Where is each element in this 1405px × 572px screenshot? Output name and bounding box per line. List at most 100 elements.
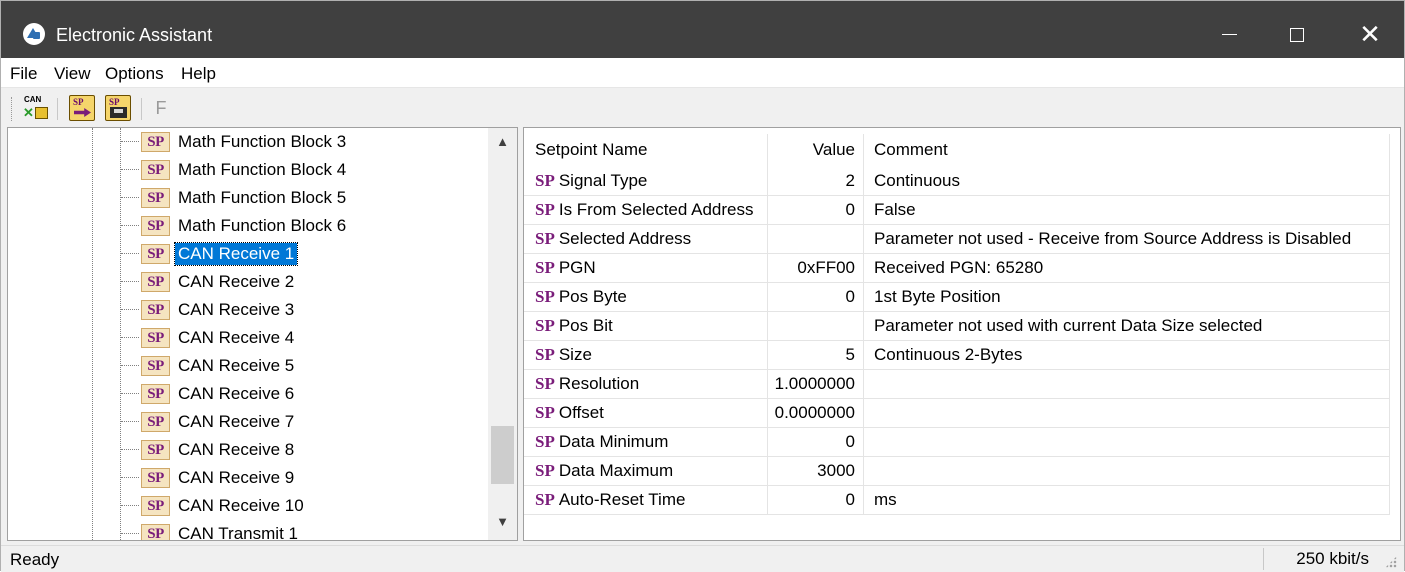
setpoint-value-cell[interactable] — [768, 225, 864, 254]
minimize-icon — [1221, 34, 1237, 36]
setpoint-name-cell[interactable]: SP Auto-Reset Time — [524, 486, 768, 515]
tree-item-label: CAN Receive 2 — [178, 272, 295, 291]
tree-item[interactable]: SP CAN Receive 9 — [120, 464, 490, 492]
setpoint-name-cell[interactable]: SP Size — [524, 341, 768, 370]
open-setpoint-file-button[interactable]: SP — [69, 95, 95, 121]
setpoint-name-cell[interactable]: SP Pos Byte — [524, 283, 768, 312]
column-header-comment[interactable]: Comment — [864, 134, 1390, 167]
close-button[interactable]: ✕ — [1339, 11, 1401, 57]
table-row[interactable]: SP Selected Address Parameter not used - R… — [524, 225, 1400, 254]
setpoint-comment-cell — [864, 457, 1390, 486]
tree-item[interactable]: SP CAN Receive 6 — [120, 380, 490, 408]
tree-scrollbar[interactable]: ▲ ▼ — [488, 128, 517, 540]
setpoint-name: Size — [558, 345, 592, 364]
setpoint-name-cell[interactable]: SP Is From Selected Address — [524, 196, 768, 225]
tree-item[interactable]: SP CAN Transmit 1 — [120, 520, 490, 541]
table-row[interactable]: SP Offset 0.0000000 — [524, 399, 1400, 428]
toolbar-grip[interactable] — [11, 97, 14, 121]
setpoint-icon: SP — [141, 244, 170, 264]
setpoint-tree[interactable]: SP Math Function Block 3 SP Math Function … — [7, 127, 518, 541]
table-row[interactable]: SP Size 5 Continuous 2-Bytes — [524, 341, 1400, 370]
setpoint-comment-cell: Parameter not used with current Data Siz… — [864, 312, 1390, 341]
setpoint-icon: SP — [535, 229, 555, 248]
maximize-button[interactable] — [1266, 11, 1328, 57]
setpoint-icon: SP — [141, 384, 170, 404]
tree-item-label: Math Function Block 5 — [178, 188, 347, 207]
setpoint-name-cell[interactable]: SP Offset — [524, 399, 768, 428]
setpoint-name: Selected Address — [558, 229, 692, 248]
scrollbar-thumb[interactable] — [491, 426, 514, 484]
setpoint-value-cell[interactable]: 0.0000000 — [768, 399, 864, 428]
setpoint-value-cell[interactable] — [768, 312, 864, 341]
setpoint-name-cell[interactable]: SP Data Minimum — [524, 428, 768, 457]
tree-item-label: CAN Receive 7 — [178, 412, 295, 431]
tree-item-label: Math Function Block 3 — [178, 132, 347, 151]
setpoint-name-cell[interactable]: SP Signal Type — [524, 167, 768, 196]
setpoint-value-cell[interactable]: 0 — [768, 486, 864, 515]
setpoint-value-cell[interactable]: 2 — [768, 167, 864, 196]
setpoint-comment-cell: Parameter not used - Receive from Source… — [864, 225, 1390, 254]
table-row[interactable]: SP Pos Bit Parameter not used with current… — [524, 312, 1400, 341]
setpoint-name: Resolution — [558, 374, 640, 393]
setpoint-name-cell[interactable]: SP PGN — [524, 254, 768, 283]
tree-item-selected[interactable]: SP CAN Receive 1 — [120, 240, 490, 268]
disconnected-x-icon: ✕ — [23, 105, 34, 120]
setpoint-name-cell[interactable]: SP Pos Bit — [524, 312, 768, 341]
table-row[interactable]: SP Auto-Reset Time 0 ms — [524, 486, 1400, 515]
setpoint-comment-cell: Received PGN: 65280 — [864, 254, 1390, 283]
tree-item-label: CAN Receive 8 — [178, 440, 295, 459]
setpoint-name-cell[interactable]: SP Resolution — [524, 370, 768, 399]
column-header-value[interactable]: Value — [768, 134, 864, 167]
column-header-name[interactable]: Setpoint Name — [524, 134, 768, 167]
resize-grip-icon[interactable] — [1385, 556, 1397, 568]
table-row[interactable]: SP Signal Type 2 Continuous — [524, 167, 1400, 196]
tree-item[interactable]: SP CAN Receive 10 — [120, 492, 490, 520]
toolbar-separator — [141, 98, 142, 120]
tree-item[interactable]: SP Math Function Block 3 — [120, 128, 490, 156]
title-bar[interactable]: Electronic Assistant ✕ — [1, 1, 1404, 58]
menu-file[interactable]: File — [10, 64, 37, 84]
setpoint-icon: SP — [141, 132, 170, 152]
save-setpoint-file-icon: SP — [109, 97, 120, 107]
scroll-up-icon[interactable]: ▲ — [488, 134, 517, 154]
tree-item-label: CAN Transmit 1 — [178, 524, 298, 541]
flash-button[interactable]: F — [151, 95, 171, 121]
menu-help[interactable]: Help — [181, 64, 216, 84]
setpoint-value-cell[interactable]: 5 — [768, 341, 864, 370]
app-window: Electronic Assistant ✕ File View Options… — [0, 0, 1405, 572]
setpoint-name-cell[interactable]: SP Data Maximum — [524, 457, 768, 486]
menu-view[interactable]: View — [54, 64, 91, 84]
setpoint-value-cell[interactable]: 1.0000000 — [768, 370, 864, 399]
tree-item[interactable]: SP CAN Receive 7 — [120, 408, 490, 436]
tree-item[interactable]: SP CAN Receive 4 — [120, 324, 490, 352]
tree-item[interactable]: SP CAN Receive 2 — [120, 268, 490, 296]
table-row[interactable]: SP PGN 0xFF00 Received PGN: 65280 — [524, 254, 1400, 283]
setpoint-value-cell[interactable]: 0 — [768, 283, 864, 312]
table-row[interactable]: SP Data Minimum 0 — [524, 428, 1400, 457]
table-row[interactable]: SP Data Maximum 3000 — [524, 457, 1400, 486]
table-row[interactable]: SP Pos Byte 0 1st Byte Position — [524, 283, 1400, 312]
tree-item[interactable]: SP Math Function Block 5 — [120, 184, 490, 212]
menu-options[interactable]: Options — [105, 64, 164, 84]
setpoint-name-cell[interactable]: SP Selected Address — [524, 225, 768, 254]
tree-item[interactable]: SP Math Function Block 4 — [120, 156, 490, 184]
setpoint-icon: SP — [141, 216, 170, 236]
table-row[interactable]: SP Is From Selected Address 0 False — [524, 196, 1400, 225]
minimize-button[interactable] — [1198, 11, 1260, 57]
scroll-down-icon[interactable]: ▼ — [488, 514, 517, 534]
table-row[interactable]: SP Resolution 1.0000000 — [524, 370, 1400, 399]
tree-item[interactable]: SP Math Function Block 6 — [120, 212, 490, 240]
setpoint-icon: SP — [535, 171, 555, 190]
tree-item[interactable]: SP CAN Receive 3 — [120, 296, 490, 324]
setpoint-value-cell[interactable]: 0 — [768, 196, 864, 225]
tree-item[interactable]: SP CAN Receive 8 — [120, 436, 490, 464]
setpoint-value-cell[interactable]: 3000 — [768, 457, 864, 486]
setpoint-value-cell[interactable]: 0 — [768, 428, 864, 457]
save-setpoint-file-button[interactable]: SP — [105, 95, 131, 121]
setpoint-name: Data Minimum — [558, 432, 669, 451]
can-connect-icon: CAN — [24, 95, 42, 104]
can-connect-button[interactable]: CAN ✕ — [23, 95, 49, 121]
tree-item-label: Math Function Block 6 — [178, 216, 347, 235]
tree-item[interactable]: SP CAN Receive 5 — [120, 352, 490, 380]
setpoint-value-cell[interactable]: 0xFF00 — [768, 254, 864, 283]
